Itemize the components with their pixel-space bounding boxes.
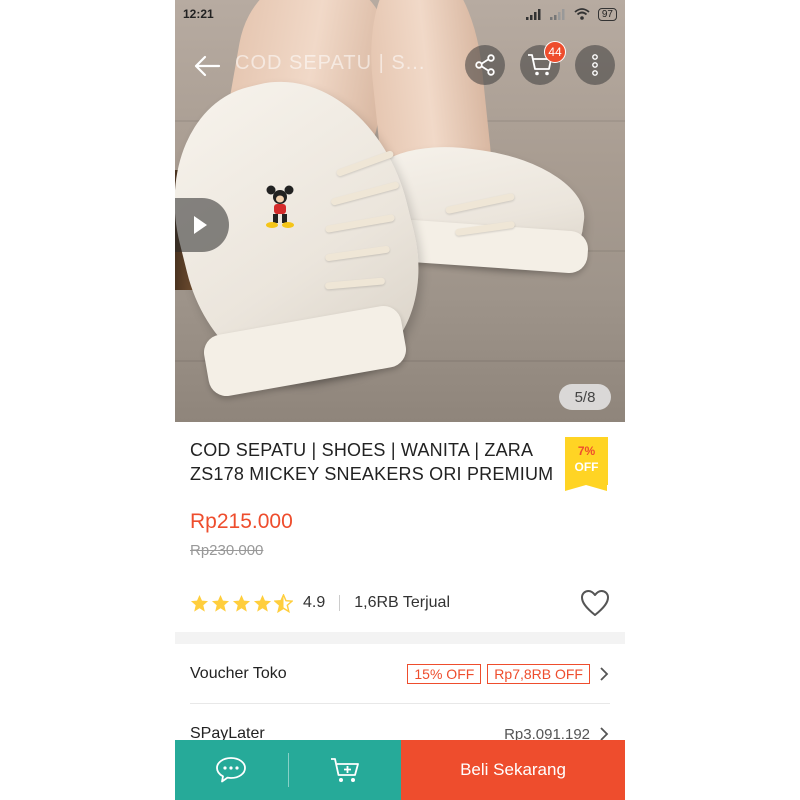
play-icon [194,216,207,234]
back-button[interactable] [187,46,227,86]
image-counter: 5/8 [559,384,611,410]
voucher-row[interactable]: Voucher Toko 15% OFF Rp7,8RB OFF [190,645,610,703]
battery-indicator: 97 [597,7,617,21]
share-icon [475,54,495,76]
star-full-icon [190,594,209,612]
cart-button[interactable]: 44 [520,41,566,85]
bottom-left-actions [175,740,401,800]
discount-badge: 7% OFF [565,437,608,491]
status-time: 12:21 [183,7,214,21]
chevron-right-icon [600,667,609,681]
product-page: 12:21 97 COD SEPATU | S... 44 5/8 COD SE… [175,0,625,800]
rating-stars [190,593,293,613]
divider [339,595,341,611]
chat-button[interactable] [175,740,288,800]
buy-now-button[interactable]: Beli Sekarang [401,740,625,800]
section-divider [175,632,625,644]
rating-value: 4.9 [303,594,326,611]
rating-row: 4.9 1,6RB Terjual [190,590,610,616]
more-options-button[interactable] [575,45,615,85]
voucher-tag[interactable]: Rp7,8RB OFF [487,664,590,684]
chevron-right-icon [600,727,609,741]
sold-count: 1,6RB Terjual [354,594,451,611]
bottom-action-bar: Beli Sekarang [175,740,625,800]
more-vertical-icon [592,54,598,76]
star-full-icon [232,594,251,612]
voucher-tag[interactable]: 15% OFF [407,664,482,684]
star-full-icon [253,594,272,612]
signal-icon [525,8,541,20]
product-price: Rp215.000 [190,510,293,533]
chat-icon [216,757,247,783]
discount-percent: 7% [577,444,596,458]
row-divider [190,703,610,704]
top-navigation: COD SEPATU | S... 44 [175,40,625,90]
add-to-cart-button[interactable] [289,740,402,800]
mickey-mouse-icon [266,185,294,228]
favorite-heart-icon[interactable] [580,589,610,617]
original-price: Rp230.000 [190,542,264,559]
discount-off-label: OFF [574,460,599,474]
share-button[interactable] [465,45,505,85]
product-title: COD SEPATU | SHOES | WANITA | ZARA ZS178… [190,440,554,484]
star-full-icon [211,594,230,612]
status-bar: 12:21 97 [175,0,625,28]
add-to-cart-icon [330,758,359,782]
cart-count-badge: 44 [544,41,566,63]
voucher-label: Voucher Toko [190,665,287,682]
status-icons: 97 [525,7,617,21]
star-half-icon [274,593,293,613]
header-title: COD SEPATU | S... [235,52,426,74]
signal-2-icon [549,8,565,20]
voucher-tags: 15% OFF Rp7,8RB OFF [407,664,610,684]
back-arrow-icon [194,55,221,77]
wifi-icon [574,8,590,20]
play-video-button[interactable] [175,198,229,252]
